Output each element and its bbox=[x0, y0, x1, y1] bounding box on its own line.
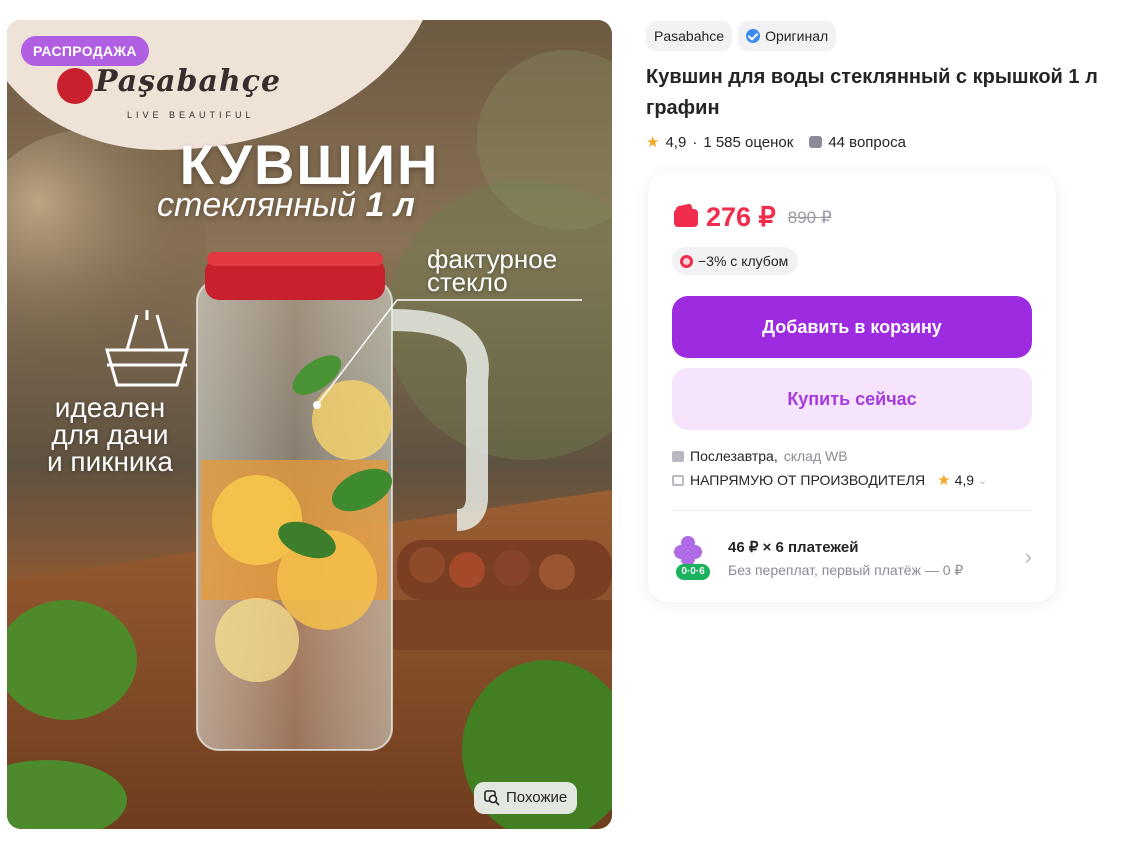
similar-button[interactable]: Похожие bbox=[474, 782, 578, 814]
original-chip-label: Оригинал bbox=[765, 28, 829, 44]
sale-badge: РАСПРОДАЖА bbox=[21, 36, 149, 66]
installment-text: 46 ₽ × 6 платежей Без переплат, первый п… bbox=[728, 538, 963, 579]
box-icon bbox=[672, 450, 684, 462]
installment-icon: 0·0·6 bbox=[672, 534, 710, 582]
rating-row[interactable]: ★ 4,9 · 1 585 оценок 44 вопроса bbox=[646, 133, 906, 152]
similar-button-label: Похожие bbox=[506, 789, 568, 806]
club-discount-label: −3% с клубом bbox=[698, 253, 789, 269]
delivery-date: Послезавтра, bbox=[690, 448, 778, 464]
chevron-down-icon[interactable]: ⌄ bbox=[978, 474, 987, 487]
verified-icon bbox=[746, 29, 761, 43]
image-subheadline-text: стеклянный bbox=[157, 186, 356, 224]
add-to-cart-button[interactable]: Добавить в корзину bbox=[672, 296, 1032, 358]
image-subheadline-volume: 1 л bbox=[365, 186, 415, 224]
image-side-line: и пикника bbox=[46, 446, 173, 477]
star-icon: ★ bbox=[937, 472, 951, 489]
image-callout: фактурное стекло bbox=[427, 246, 557, 297]
club-icon bbox=[680, 254, 693, 268]
store-icon bbox=[672, 474, 684, 486]
image-subheadline: стеклянный 1 л bbox=[157, 186, 415, 225]
star-icon: ★ bbox=[646, 134, 660, 151]
image-side-text: идеален для дачи и пикника bbox=[25, 392, 195, 477]
installment-subtitle: Без переплат, первый платёж — 0 ₽ bbox=[728, 561, 964, 578]
similar-search-icon bbox=[484, 790, 500, 806]
questions-count[interactable]: 44 вопроса bbox=[828, 134, 906, 151]
original-chip[interactable]: Оригинал bbox=[738, 21, 837, 51]
reviews-count[interactable]: 1 585 оценок bbox=[703, 134, 793, 151]
installment-title: 46 ₽ × 6 платежей bbox=[728, 538, 859, 556]
wallet-icon bbox=[674, 208, 698, 227]
buy-now-button[interactable]: Купить сейчас bbox=[672, 368, 1032, 430]
seller-rating: ★ 4,9 ⌄ bbox=[937, 471, 987, 489]
brand-tagline: LIVE BEAUTIFUL bbox=[127, 110, 255, 120]
brand-logo-mark bbox=[57, 68, 93, 104]
seller-name[interactable]: НАПРЯМУЮ ОТ ПРОИЗВОДИТЕЛЯ bbox=[690, 472, 925, 488]
old-price: 890 ₽ bbox=[787, 207, 832, 227]
product-image[interactable]: Paşabahçe LIVE BEAUTIFUL РАСПРОДАЖА КУВШ… bbox=[7, 20, 612, 829]
buy-card: 276 ₽ 890 ₽ −3% с клубом Добавить в корз… bbox=[648, 172, 1056, 602]
rating-separator: · bbox=[692, 133, 698, 151]
product-chips: Pasabahce Оригинал bbox=[646, 21, 837, 51]
brand-logo-text: Paşabahçe bbox=[95, 64, 282, 99]
delivery-info: Послезавтра, склад WB bbox=[672, 448, 848, 464]
current-price: 276 ₽ bbox=[706, 202, 776, 232]
image-side-line: для дачи bbox=[51, 419, 169, 450]
brand-chip-label: Pasabahce bbox=[654, 28, 725, 44]
question-icon bbox=[809, 136, 823, 148]
image-side-line: идеален bbox=[54, 392, 166, 423]
rating-value: 4,9 bbox=[665, 133, 687, 151]
image-callout-line: стекло bbox=[427, 267, 508, 297]
brand-chip[interactable]: Pasabahce bbox=[646, 21, 733, 51]
installment-tag: 0·0·6 bbox=[676, 564, 710, 580]
installment-offer[interactable]: 0·0·6 46 ₽ × 6 платежей Без переплат, пе… bbox=[672, 530, 1032, 586]
product-title: Кувшин для воды стеклянный с крышкой 1 л… bbox=[646, 66, 1098, 119]
delivery-warehouse: склад WB bbox=[783, 448, 848, 464]
chevron-right-icon: › bbox=[1024, 544, 1032, 569]
price-row: 276 ₽ 890 ₽ bbox=[674, 202, 832, 233]
divider bbox=[672, 510, 1032, 511]
seller-info[interactable]: НАПРЯМУЮ ОТ ПРОИЗВОДИТЕЛЯ ★ 4,9 ⌄ bbox=[672, 471, 987, 489]
club-discount-chip[interactable]: −3% с клубом bbox=[672, 247, 799, 275]
seller-rating-value: 4,9 bbox=[954, 472, 975, 488]
